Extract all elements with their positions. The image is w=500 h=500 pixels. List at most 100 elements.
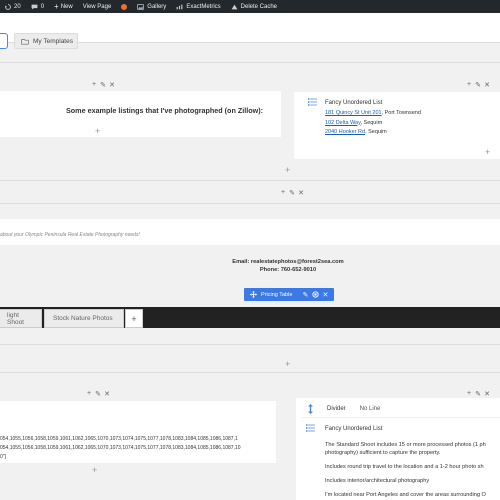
divider-icon [308,403,313,414]
list-icon [308,98,317,106]
phone-line: Phone: 760-652-9010 [259,267,317,273]
pricing-table-toolbar[interactable]: Pricing Table ✎ ✕ [244,288,334,301]
tab-stock-nature-photos[interactable]: Stock Nature Photos [44,309,124,328]
listing-location: , Sequim [365,129,387,135]
add-module-button[interactable]: + [95,127,100,136]
pencil-icon[interactable]: ✎ [100,81,106,89]
folder-icon [21,38,29,44]
close-icon[interactable]: ✕ [109,81,115,89]
pricing-table-label: Pricing Table [261,291,293,298]
close-icon[interactable]: ✕ [484,81,490,89]
list-item: 102 Delta Way, Sequim [325,119,421,129]
add-module-button[interactable]: + [485,148,490,157]
gallery-label: Gallery [147,3,167,10]
gallery-icon [137,3,145,10]
gallery-ids-line: 054,1055,1056,1058,1059,1061,1062,1065,1… [0,436,238,442]
close-icon[interactable]: ✕ [104,390,110,398]
row-divider [0,62,500,63]
pencil-icon[interactable]: ✎ [475,81,481,89]
row-divider [0,344,500,345]
duplicate-icon[interactable] [310,288,320,301]
add-tab-button[interactable]: + [125,309,143,328]
view-page-label: View Page [82,3,112,10]
tab-light-shoot[interactable]: light Shoot [0,309,42,328]
cache-icon [231,4,238,9]
updates-item[interactable]: 20 [0,0,26,13]
fancy-list-title: Fancy Unordered List [325,100,383,106]
template-tabs-bar: My Templates [0,13,500,49]
plus-icon: + [54,2,59,11]
listing-link[interactable]: 102 Delta Way [325,120,360,126]
gallery-ids-module[interactable]: 054,1055,1056,1058,1059,1061,1062,1065,1… [0,401,276,463]
email-line: Email: realestatephotos@forest2sea.com [232,259,344,265]
close-icon[interactable]: ✕ [320,288,330,301]
delete-cache-label: Delete Cache [240,3,278,10]
divider-label: Divider [327,405,346,412]
exactmetrics-item[interactable]: ExactMetrics [171,0,225,13]
updates-count: 20 [14,3,21,10]
pencil-icon[interactable]: ✎ [475,390,481,398]
close-icon[interactable]: ✕ [298,189,304,197]
plus-icon[interactable]: + [91,81,97,89]
tab-active[interactable] [0,33,8,49]
pencil-icon[interactable]: ✎ [95,390,101,398]
add-module-button[interactable]: + [92,466,97,475]
listing-location: , Port Townsend [381,110,421,116]
module-controls: + ✎ ✕ [86,390,110,398]
close-icon[interactable]: ✕ [484,390,490,398]
tab-my-templates[interactable]: My Templates [14,33,78,49]
divider-value: No Line [359,405,381,412]
row-controls: + ✎ ✕ [280,189,304,197]
exactmetrics-label: ExactMetrics [186,3,221,10]
delete-cache-item[interactable]: Delete Cache [226,0,282,13]
pricing-description: Includes round trip travel to the locati… [325,464,484,470]
list-item: 2040 Hooker Rd, Sequim [325,128,421,138]
comments-item[interactable]: 0 [26,0,49,13]
listings-heading: Some example listings that I've photogra… [66,106,263,115]
fancy-list: 181 Quincy St Unit 201, Port Townsend 10… [325,109,421,138]
fancy-list-title: Fancy Unordered List [325,426,383,432]
plus-icon[interactable]: + [86,390,92,398]
module-controls: + ✎ ✕ [466,81,490,89]
comment-icon [31,4,38,9]
page-builder: 20 0 + New View Page Gallery ExactMetric… [0,0,500,500]
listing-link[interactable]: 2040 Hooker Rd [325,129,365,135]
contact-intro-text: about your Olympic Peninsula Real Estate… [0,232,140,238]
list-icon [306,424,315,432]
move-icon[interactable] [248,288,258,301]
divider-module[interactable]: Divider No Line [302,400,500,418]
pencil-icon[interactable]: ✎ [300,288,310,301]
tab-label: Stock Nature Photos [53,315,113,322]
plus-icon[interactable]: + [466,81,472,89]
plus-icon[interactable]: + [466,390,472,398]
comments-count: 0 [40,3,45,10]
add-row-button[interactable]: + [285,360,290,369]
gallery-ids-line: 0"] [0,454,6,460]
tab-label: light Shoot [7,311,24,326]
module-controls: + ✎ ✕ [91,81,115,89]
gallery-item[interactable]: Gallery [132,0,171,13]
plus-icon[interactable]: + [280,189,286,197]
status-dot-icon [121,3,128,10]
listing-link[interactable]: 181 Quincy St Unit 201 [325,110,382,116]
pencil-icon[interactable]: ✎ [289,189,295,197]
row-divider [0,372,500,373]
fancy-list-module[interactable]: Fancy Unordered List 181 Quincy St Unit … [294,92,500,159]
new-item[interactable]: + New [49,0,78,13]
new-label: New [60,3,73,10]
plus-icon: + [131,313,137,324]
status-item[interactable] [116,0,132,13]
add-row-button[interactable]: + [285,166,290,175]
listing-location: , Sequim [360,119,383,126]
list-item: 181 Quincy St Unit 201, Port Townsend [325,109,421,119]
heading-module[interactable]: Some example listings that I've photogra… [0,91,281,137]
updates-icon [5,3,11,10]
gallery-ids-line: 054,1055,1056,1058,1059,1061,1062,1065,1… [0,445,241,451]
view-page-item[interactable]: View Page [78,0,117,13]
module-controls: + ✎ ✕ [466,390,490,398]
pricing-description: I'm located near Port Angeles and cover … [325,492,486,498]
pricing-description: Includes interior/architectural photogra… [325,478,430,484]
exactmetrics-icon [176,4,183,9]
row-divider [0,180,500,181]
text-module[interactable]: about your Olympic Peninsula Real Estate… [0,219,500,245]
